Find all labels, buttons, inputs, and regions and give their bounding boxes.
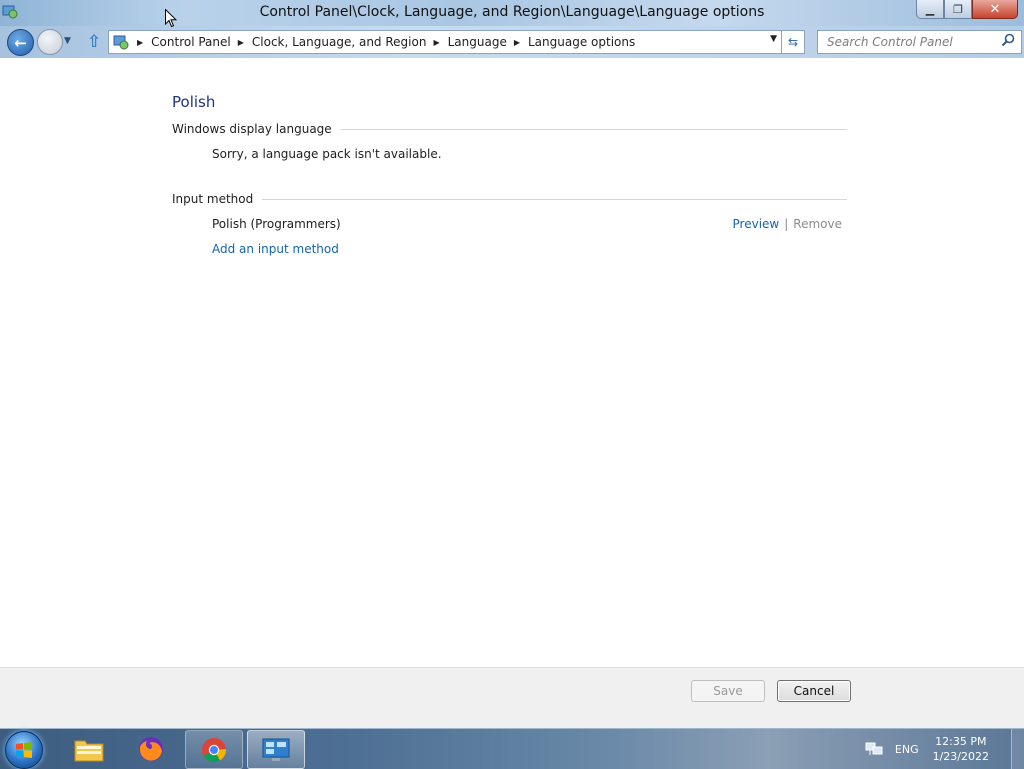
back-arrow-icon: ←: [14, 33, 27, 52]
add-input-method-link[interactable]: Add an input method: [212, 242, 339, 256]
language-pack-message: Sorry, a language pack isn't available.: [212, 147, 442, 161]
breadcrumb-chevron-icon[interactable]: ▶: [433, 38, 439, 47]
link-separator: |: [784, 217, 789, 231]
control-panel-icon: [262, 738, 290, 761]
breadcrumb-language-options[interactable]: Language options: [528, 35, 635, 49]
breadcrumb-chevron-icon[interactable]: ▶: [137, 38, 143, 47]
start-button[interactable]: [5, 731, 43, 769]
display-language-section-header: Windows display language: [172, 122, 847, 136]
window-title: Control Panel\Clock, Language, and Regio…: [259, 4, 765, 20]
windows-logo-icon: [16, 742, 32, 758]
cancel-button[interactable]: Cancel: [777, 680, 851, 702]
section-label: Windows display language: [172, 122, 332, 136]
taskbar-file-explorer[interactable]: [61, 730, 117, 767]
breadcrumb-clock-language-region[interactable]: Clock, Language, and Region: [252, 35, 427, 49]
system-tray: ENG 12:35 PM 1/23/2022: [865, 729, 1024, 769]
breadcrumb-language[interactable]: Language: [448, 35, 507, 49]
breadcrumb-chevron-icon[interactable]: ▶: [238, 38, 244, 47]
address-dropdown-icon[interactable]: ▼: [770, 34, 777, 44]
input-method-actions: Preview | Remove: [733, 217, 842, 231]
close-icon: ✕: [989, 1, 1001, 17]
clock[interactable]: 12:35 PM 1/23/2022: [933, 734, 989, 764]
page-title: Polish: [172, 93, 216, 111]
remove-link[interactable]: Remove: [793, 217, 842, 231]
address-bar[interactable]: ▶ Control Panel ▶ Clock, Language, and R…: [108, 30, 782, 54]
minimize-icon: ▁: [925, 2, 935, 16]
clock-date: 1/23/2022: [932, 750, 989, 763]
input-method-section-header: Input method: [172, 192, 847, 206]
window-controls: ▁ ❐ ✕: [916, 0, 1018, 19]
refresh-button[interactable]: ⇆: [781, 30, 805, 54]
chrome-icon: [202, 737, 226, 762]
restore-button[interactable]: ❐: [944, 0, 972, 19]
refresh-icon: ⇆: [787, 35, 799, 49]
up-level-button[interactable]: ⇧: [87, 32, 101, 52]
taskbar-firefox[interactable]: [123, 730, 179, 767]
title-bar: Control Panel\Clock, Language, and Regio…: [0, 0, 1024, 26]
breadcrumb: ▶ Control Panel ▶ Clock, Language, and R…: [130, 35, 635, 49]
recent-pages-dropdown[interactable]: ▼: [64, 36, 71, 46]
close-button[interactable]: ✕: [972, 0, 1018, 19]
restore-icon: ❐: [953, 2, 963, 16]
input-method-item: Polish (Programmers): [212, 217, 341, 231]
divider: [262, 198, 847, 200]
taskbar-chrome[interactable]: [185, 730, 243, 769]
search-box[interactable]: [817, 30, 1022, 54]
network-icon[interactable]: [865, 741, 883, 757]
clock-time: 12:35 PM: [935, 735, 987, 748]
divider: [340, 128, 847, 130]
folder-icon: [74, 740, 104, 761]
control-panel-icon: [113, 35, 129, 50]
show-desktop-button[interactable]: [1011, 729, 1024, 769]
minimize-button[interactable]: ▁: [916, 0, 944, 19]
language-indicator[interactable]: ENG: [895, 743, 919, 756]
main-content: Polish Windows display language Sorry, a…: [0, 59, 1024, 667]
taskbar: ENG 12:35 PM 1/23/2022: [0, 728, 1024, 769]
footer-bar: Save Cancel: [0, 667, 1024, 729]
firefox-icon: [139, 736, 163, 761]
preview-link[interactable]: Preview: [733, 217, 780, 231]
breadcrumb-chevron-icon[interactable]: ▶: [514, 38, 520, 47]
back-button[interactable]: ←: [7, 29, 34, 56]
mouse-cursor-icon: [165, 9, 177, 28]
navigation-bar: ← ▼ ⇧ ▶ Control Panel ▶ Clock, Language,…: [0, 26, 1024, 58]
breadcrumb-control-panel[interactable]: Control Panel: [151, 35, 231, 49]
taskbar-control-panel[interactable]: [247, 730, 305, 769]
search-input[interactable]: [825, 34, 1004, 50]
section-label: Input method: [172, 192, 254, 206]
chevron-down-icon: ▼: [64, 36, 71, 46]
up-arrow-icon: ⇧: [87, 32, 102, 52]
save-button[interactable]: Save: [691, 680, 765, 702]
forward-button[interactable]: [37, 29, 63, 55]
search-icon[interactable]: [1001, 33, 1015, 47]
